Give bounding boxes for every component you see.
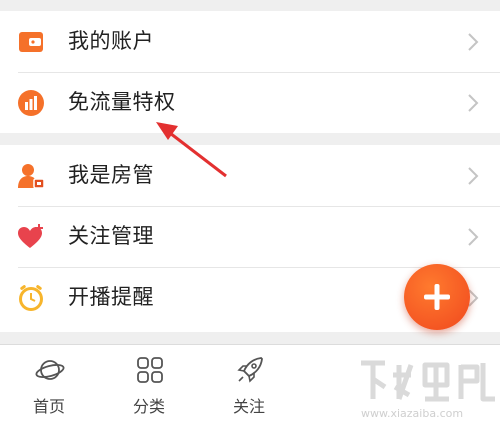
add-fab-button[interactable] (404, 264, 470, 330)
chevron-right-icon (468, 167, 479, 185)
chevron-right-icon (468, 94, 479, 112)
plus-icon (424, 284, 450, 310)
alarm-clock-icon (19, 285, 43, 311)
menu-group-account: 我的账户 免流量特权 (0, 11, 500, 133)
nav-tab-home[interactable]: 首页 (4, 345, 94, 424)
wallet-icon (19, 32, 43, 52)
nav-tab-category[interactable]: 分类 (104, 345, 194, 424)
menu-item-room-admin[interactable]: 我是房管 (0, 145, 500, 206)
chevron-right-icon (468, 33, 479, 51)
planet-icon (35, 360, 65, 380)
category-grid-icon (137, 357, 163, 383)
menu-item-label: 我是房管 (68, 163, 154, 187)
rocket-icon (237, 357, 263, 383)
room-admin-icon (18, 164, 45, 189)
chevron-right-icon (468, 228, 479, 246)
menu-item-my-account[interactable]: 我的账户 (0, 11, 500, 72)
menu-item-label: 我的账户 (68, 29, 154, 53)
nav-tab-label: 首页 (32, 397, 65, 416)
watermark-url: www.xiazaiba.com (361, 407, 463, 420)
nav-tab-label: 分类 (132, 397, 165, 416)
nav-tab-follow[interactable]: 关注 (204, 345, 294, 424)
heart-plus-icon (18, 224, 43, 248)
menu-item-free-data[interactable]: 免流量特权 (0, 72, 500, 133)
menu-item-label: 关注管理 (68, 224, 154, 248)
data-bars-icon (18, 90, 44, 116)
menu-item-label: 免流量特权 (68, 90, 176, 114)
menu-item-label: 开播提醒 (68, 285, 154, 309)
nav-tab-label: 关注 (232, 397, 265, 416)
watermark-logo: www.xiazaiba.com (361, 360, 495, 420)
menu-item-follow-manage[interactable]: 关注管理 (0, 206, 500, 267)
